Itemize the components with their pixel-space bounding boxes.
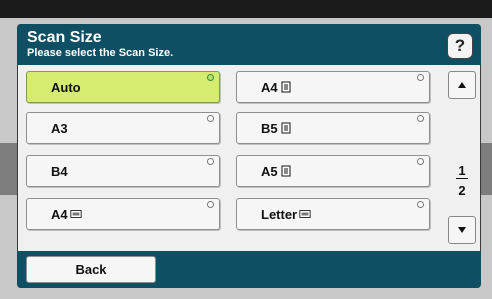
scroll-up-button[interactable] (448, 71, 476, 99)
selection-indicator-icon (417, 74, 424, 81)
selection-indicator-icon (417, 201, 424, 208)
page-divider (456, 178, 468, 179)
option-letter-landscape[interactable]: Letter (236, 198, 430, 230)
option-label: B4 (51, 163, 68, 179)
landscape-document-icon (70, 208, 82, 220)
option-label: Letter (261, 206, 298, 222)
selection-indicator-icon (207, 201, 214, 208)
help-button[interactable]: ? (447, 33, 473, 59)
triangle-down-icon (458, 227, 466, 233)
option-label: B5 (261, 120, 278, 136)
triangle-up-icon (458, 82, 466, 88)
option-label: Auto (51, 79, 81, 95)
option-auto[interactable]: Auto (26, 71, 220, 103)
option-b4[interactable]: B4 (26, 155, 220, 187)
selection-indicator-icon (417, 115, 424, 122)
option-a4-landscape[interactable]: A4 (26, 198, 220, 230)
help-icon: ? (454, 36, 466, 55)
dialog-footer: Back (17, 251, 481, 288)
option-a3[interactable]: A3 (26, 112, 220, 144)
portrait-document-icon (280, 165, 292, 177)
scan-size-dialog: Scan Size Please select the Scan Size. ?… (17, 24, 481, 288)
scroll-down-button[interactable] (448, 216, 476, 244)
selection-indicator-icon (417, 158, 424, 165)
dialog-subtitle: Please select the Scan Size. (27, 47, 174, 59)
option-b5-portrait[interactable]: B5 (236, 112, 430, 144)
back-button[interactable]: Back (26, 256, 156, 283)
option-label: A3 (51, 120, 68, 136)
dialog-header: Scan Size Please select the Scan Size. ? (17, 24, 481, 65)
selection-indicator-icon (207, 115, 214, 122)
option-a4-portrait[interactable]: A4 (236, 71, 430, 103)
page-scroller: 1 2 (448, 71, 476, 244)
portrait-document-icon (280, 122, 292, 134)
option-label: A4 (261, 79, 278, 95)
option-label: A5 (261, 163, 278, 179)
option-a5-portrait[interactable]: A5 (236, 155, 430, 187)
selection-indicator-icon (207, 158, 214, 165)
total-pages: 2 (458, 183, 466, 198)
current-page: 1 (458, 163, 466, 178)
portrait-document-icon (280, 81, 292, 93)
top-bar (0, 0, 492, 18)
landscape-document-icon (299, 208, 311, 220)
dialog-title: Scan Size (27, 29, 102, 46)
option-label: A4 (51, 206, 68, 222)
selection-indicator-icon (207, 74, 214, 81)
